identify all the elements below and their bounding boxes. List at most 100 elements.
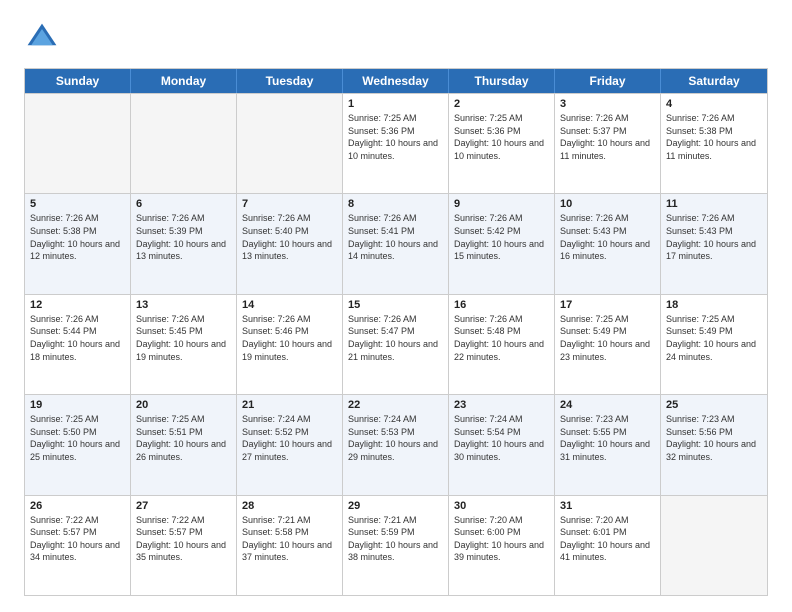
day-info: Sunrise: 7:25 AMSunset: 5:50 PMDaylight:… [30,413,125,463]
day-number: 4 [666,98,762,110]
day-info: Sunrise: 7:25 AMSunset: 5:49 PMDaylight:… [666,313,762,363]
day-info: Sunrise: 7:24 AMSunset: 5:52 PMDaylight:… [242,413,337,463]
day-info: Sunrise: 7:26 AMSunset: 5:47 PMDaylight:… [348,313,443,363]
weekday-header-wednesday: Wednesday [343,69,449,93]
day-cell-14: 14 Sunrise: 7:26 AMSunset: 5:46 PMDayligh… [237,295,343,394]
day-info: Sunrise: 7:23 AMSunset: 5:55 PMDaylight:… [560,413,655,463]
calendar-header: SundayMondayTuesdayWednesdayThursdayFrid… [25,69,767,93]
day-cell-20: 20 Sunrise: 7:25 AMSunset: 5:51 PMDayligh… [131,395,237,494]
weekday-header-tuesday: Tuesday [237,69,343,93]
day-info: Sunrise: 7:26 AMSunset: 5:44 PMDaylight:… [30,313,125,363]
day-info: Sunrise: 7:25 AMSunset: 5:51 PMDaylight:… [136,413,231,463]
day-number: 20 [136,399,231,411]
day-cell-30: 30 Sunrise: 7:20 AMSunset: 6:00 PMDayligh… [449,496,555,595]
day-number: 30 [454,500,549,512]
day-info: Sunrise: 7:26 AMSunset: 5:41 PMDaylight:… [348,212,443,262]
day-cell-12: 12 Sunrise: 7:26 AMSunset: 5:44 PMDayligh… [25,295,131,394]
day-number: 27 [136,500,231,512]
day-cell-29: 29Sunrise: 7:21 AMSunset: 5:59 PMDayligh… [343,496,449,595]
day-cell-empty [25,94,131,193]
day-cell-empty [131,94,237,193]
day-info: Sunrise: 7:20 AMSunset: 6:00 PMDaylight:… [454,514,549,564]
calendar: SundayMondayTuesdayWednesdayThursdayFrid… [24,68,768,596]
calendar-row-3: 12 Sunrise: 7:26 AMSunset: 5:44 PMDayligh… [25,294,767,394]
day-cell-22: 22 Sunrise: 7:24 AMSunset: 5:53 PMDayligh… [343,395,449,494]
day-cell-16: 16Sunrise: 7:26 AMSunset: 5:48 PMDayligh… [449,295,555,394]
day-cell-3: 3 Sunrise: 7:26 AMSunset: 5:37 PMDaylight… [555,94,661,193]
day-cell-11: 11Sunrise: 7:26 AMSunset: 5:43 PMDayligh… [661,194,767,293]
day-number: 26 [30,500,125,512]
day-number: 12 [30,299,125,311]
day-cell-empty [237,94,343,193]
day-cell-31: 31Sunrise: 7:20 AMSunset: 6:01 PMDayligh… [555,496,661,595]
weekday-header-saturday: Saturday [661,69,767,93]
weekday-header-monday: Monday [131,69,237,93]
day-number: 21 [242,399,337,411]
day-number: 9 [454,198,549,210]
day-number: 13 [136,299,231,311]
calendar-row-1: 1 Sunrise: 7:25 AMSunset: 5:36 PMDaylight… [25,93,767,193]
day-number: 24 [560,399,655,411]
day-info: Sunrise: 7:26 AMSunset: 5:39 PMDaylight:… [136,212,231,262]
day-info: Sunrise: 7:25 AMSunset: 5:36 PMDaylight:… [348,112,443,162]
day-info: Sunrise: 7:26 AMSunset: 5:37 PMDaylight:… [560,112,655,162]
day-info: Sunrise: 7:21 AMSunset: 5:58 PMDaylight:… [242,514,337,564]
day-info: Sunrise: 7:26 AMSunset: 5:42 PMDaylight:… [454,212,549,262]
day-info: Sunrise: 7:22 AMSunset: 5:57 PMDaylight:… [30,514,125,564]
day-number: 15 [348,299,443,311]
day-cell-17: 17 Sunrise: 7:25 AMSunset: 5:49 PMDayligh… [555,295,661,394]
day-cell-8: 8 Sunrise: 7:26 AMSunset: 5:41 PMDaylight… [343,194,449,293]
weekday-header-friday: Friday [555,69,661,93]
day-cell-empty [661,496,767,595]
day-number: 10 [560,198,655,210]
day-cell-24: 24 Sunrise: 7:23 AMSunset: 5:55 PMDayligh… [555,395,661,494]
day-cell-2: 2 Sunrise: 7:25 AMSunset: 5:36 PMDaylight… [449,94,555,193]
day-info: Sunrise: 7:26 AMSunset: 5:45 PMDaylight:… [136,313,231,363]
day-info: Sunrise: 7:26 AMSunset: 5:40 PMDaylight:… [242,212,337,262]
day-cell-18: 18 Sunrise: 7:25 AMSunset: 5:49 PMDayligh… [661,295,767,394]
day-number: 5 [30,198,125,210]
day-number: 19 [30,399,125,411]
day-number: 18 [666,299,762,311]
day-cell-9: 9 Sunrise: 7:26 AMSunset: 5:42 PMDaylight… [449,194,555,293]
header [24,20,768,56]
day-number: 2 [454,98,549,110]
day-cell-25: 25 Sunrise: 7:23 AMSunset: 5:56 PMDayligh… [661,395,767,494]
day-cell-1: 1 Sunrise: 7:25 AMSunset: 5:36 PMDaylight… [343,94,449,193]
page: SundayMondayTuesdayWednesdayThursdayFrid… [0,0,792,612]
day-cell-28: 28 Sunrise: 7:21 AMSunset: 5:58 PMDayligh… [237,496,343,595]
day-number: 1 [348,98,443,110]
day-number: 3 [560,98,655,110]
day-number: 31 [560,500,655,512]
day-info: Sunrise: 7:21 AMSunset: 5:59 PMDaylight:… [348,514,443,564]
day-cell-15: 15 Sunrise: 7:26 AMSunset: 5:47 PMDayligh… [343,295,449,394]
day-number: 22 [348,399,443,411]
day-info: Sunrise: 7:24 AMSunset: 5:54 PMDaylight:… [454,413,549,463]
day-number: 28 [242,500,337,512]
day-info: Sunrise: 7:25 AMSunset: 5:49 PMDaylight:… [560,313,655,363]
day-cell-26: 26 Sunrise: 7:22 AMSunset: 5:57 PMDayligh… [25,496,131,595]
day-number: 23 [454,399,549,411]
day-info: Sunrise: 7:26 AMSunset: 5:43 PMDaylight:… [666,212,762,262]
day-cell-5: 5 Sunrise: 7:26 AMSunset: 5:38 PMDaylight… [25,194,131,293]
day-cell-21: 21 Sunrise: 7:24 AMSunset: 5:52 PMDayligh… [237,395,343,494]
weekday-header-thursday: Thursday [449,69,555,93]
day-cell-10: 10 Sunrise: 7:26 AMSunset: 5:43 PMDayligh… [555,194,661,293]
day-info: Sunrise: 7:23 AMSunset: 5:56 PMDaylight:… [666,413,762,463]
day-info: Sunrise: 7:22 AMSunset: 5:57 PMDaylight:… [136,514,231,564]
day-cell-23: 23 Sunrise: 7:24 AMSunset: 5:54 PMDayligh… [449,395,555,494]
day-info: Sunrise: 7:26 AMSunset: 5:46 PMDaylight:… [242,313,337,363]
day-info: Sunrise: 7:26 AMSunset: 5:38 PMDaylight:… [30,212,125,262]
day-info: Sunrise: 7:26 AMSunset: 5:38 PMDaylight:… [666,112,762,162]
calendar-row-5: 26 Sunrise: 7:22 AMSunset: 5:57 PMDayligh… [25,495,767,595]
day-number: 25 [666,399,762,411]
day-number: 17 [560,299,655,311]
day-info: Sunrise: 7:26 AMSunset: 5:43 PMDaylight:… [560,212,655,262]
day-number: 14 [242,299,337,311]
day-info: Sunrise: 7:24 AMSunset: 5:53 PMDaylight:… [348,413,443,463]
day-info: Sunrise: 7:25 AMSunset: 5:36 PMDaylight:… [454,112,549,162]
day-cell-4: 4 Sunrise: 7:26 AMSunset: 5:38 PMDaylight… [661,94,767,193]
calendar-body: 1 Sunrise: 7:25 AMSunset: 5:36 PMDaylight… [25,93,767,595]
day-number: 7 [242,198,337,210]
day-number: 8 [348,198,443,210]
